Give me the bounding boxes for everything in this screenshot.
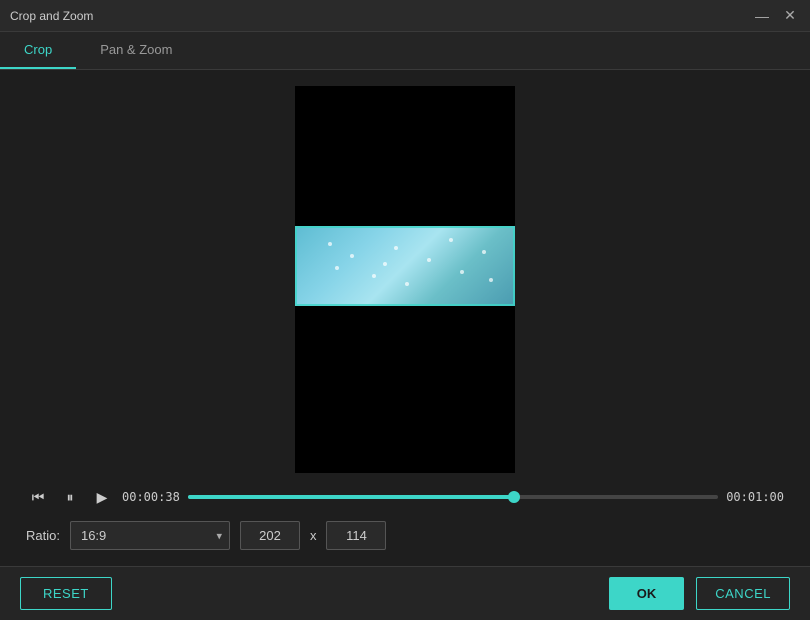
ratio-label: Ratio:: [26, 528, 60, 543]
fish-dot: [449, 238, 453, 242]
fish-dot: [328, 242, 332, 246]
main-content: ⏮ ⏸ ▶ 00:00:38 00:01:00 Ratio: 16:9 4:3 …: [0, 70, 810, 566]
ratio-section: Ratio: 16:9 4:3 1:1 9:16 Custom ▾ x: [16, 521, 794, 550]
playback-controls: ⏮ ⏸ ▶ 00:00:38 00:01:00: [16, 485, 794, 509]
window-title: Crop and Zoom: [10, 9, 93, 23]
step-back-button[interactable]: ⏮: [26, 485, 50, 509]
fish-dot: [394, 246, 398, 250]
tab-pan-zoom[interactable]: Pan & Zoom: [76, 32, 196, 69]
bottom-bar: RESET OK CANCEL: [0, 566, 810, 620]
pause-button[interactable]: ⏸: [58, 485, 82, 509]
title-bar: Crop and Zoom — ✕: [0, 0, 810, 32]
video-preview: [295, 86, 515, 473]
fish-dot: [335, 266, 339, 270]
ok-button[interactable]: OK: [609, 577, 685, 610]
progress-fill: [188, 495, 514, 499]
video-content-band: [295, 226, 515, 306]
ratio-select-wrapper: 16:9 4:3 1:1 9:16 Custom ▾: [70, 521, 230, 550]
tab-bar: Crop Pan & Zoom: [0, 32, 810, 70]
end-time: 00:01:00: [726, 490, 784, 504]
height-input[interactable]: [326, 521, 386, 550]
progress-thumb[interactable]: [508, 491, 520, 503]
right-buttons: OK CANCEL: [609, 577, 790, 610]
width-input[interactable]: [240, 521, 300, 550]
play-button[interactable]: ▶: [90, 485, 114, 509]
cancel-button[interactable]: CANCEL: [696, 577, 790, 610]
progress-bar[interactable]: [188, 495, 718, 499]
step-back-icon: ⏮: [32, 489, 45, 506]
ratio-select[interactable]: 16:9 4:3 1:1 9:16 Custom: [70, 521, 230, 550]
fish-dot: [460, 270, 464, 274]
fish-dot: [372, 274, 376, 278]
video-black-bottom: [295, 306, 515, 473]
fish-dot: [405, 282, 409, 286]
fish-dot: [427, 258, 431, 262]
fish-dot: [383, 262, 387, 266]
title-bar-controls: — ✕: [752, 6, 800, 26]
reset-button[interactable]: RESET: [20, 577, 112, 610]
fish-dot: [482, 250, 486, 254]
minimize-button[interactable]: —: [752, 6, 772, 26]
tab-crop[interactable]: Crop: [0, 32, 76, 69]
pause-icon: ⏸: [67, 489, 74, 506]
video-black-top: [295, 86, 515, 226]
close-button[interactable]: ✕: [780, 6, 800, 26]
fish-dots: [295, 226, 515, 306]
fish-dot: [489, 278, 493, 282]
current-time: 00:00:38: [122, 490, 180, 504]
play-icon: ▶: [97, 489, 108, 506]
fish-dot: [350, 254, 354, 258]
dimension-separator: x: [310, 528, 317, 543]
